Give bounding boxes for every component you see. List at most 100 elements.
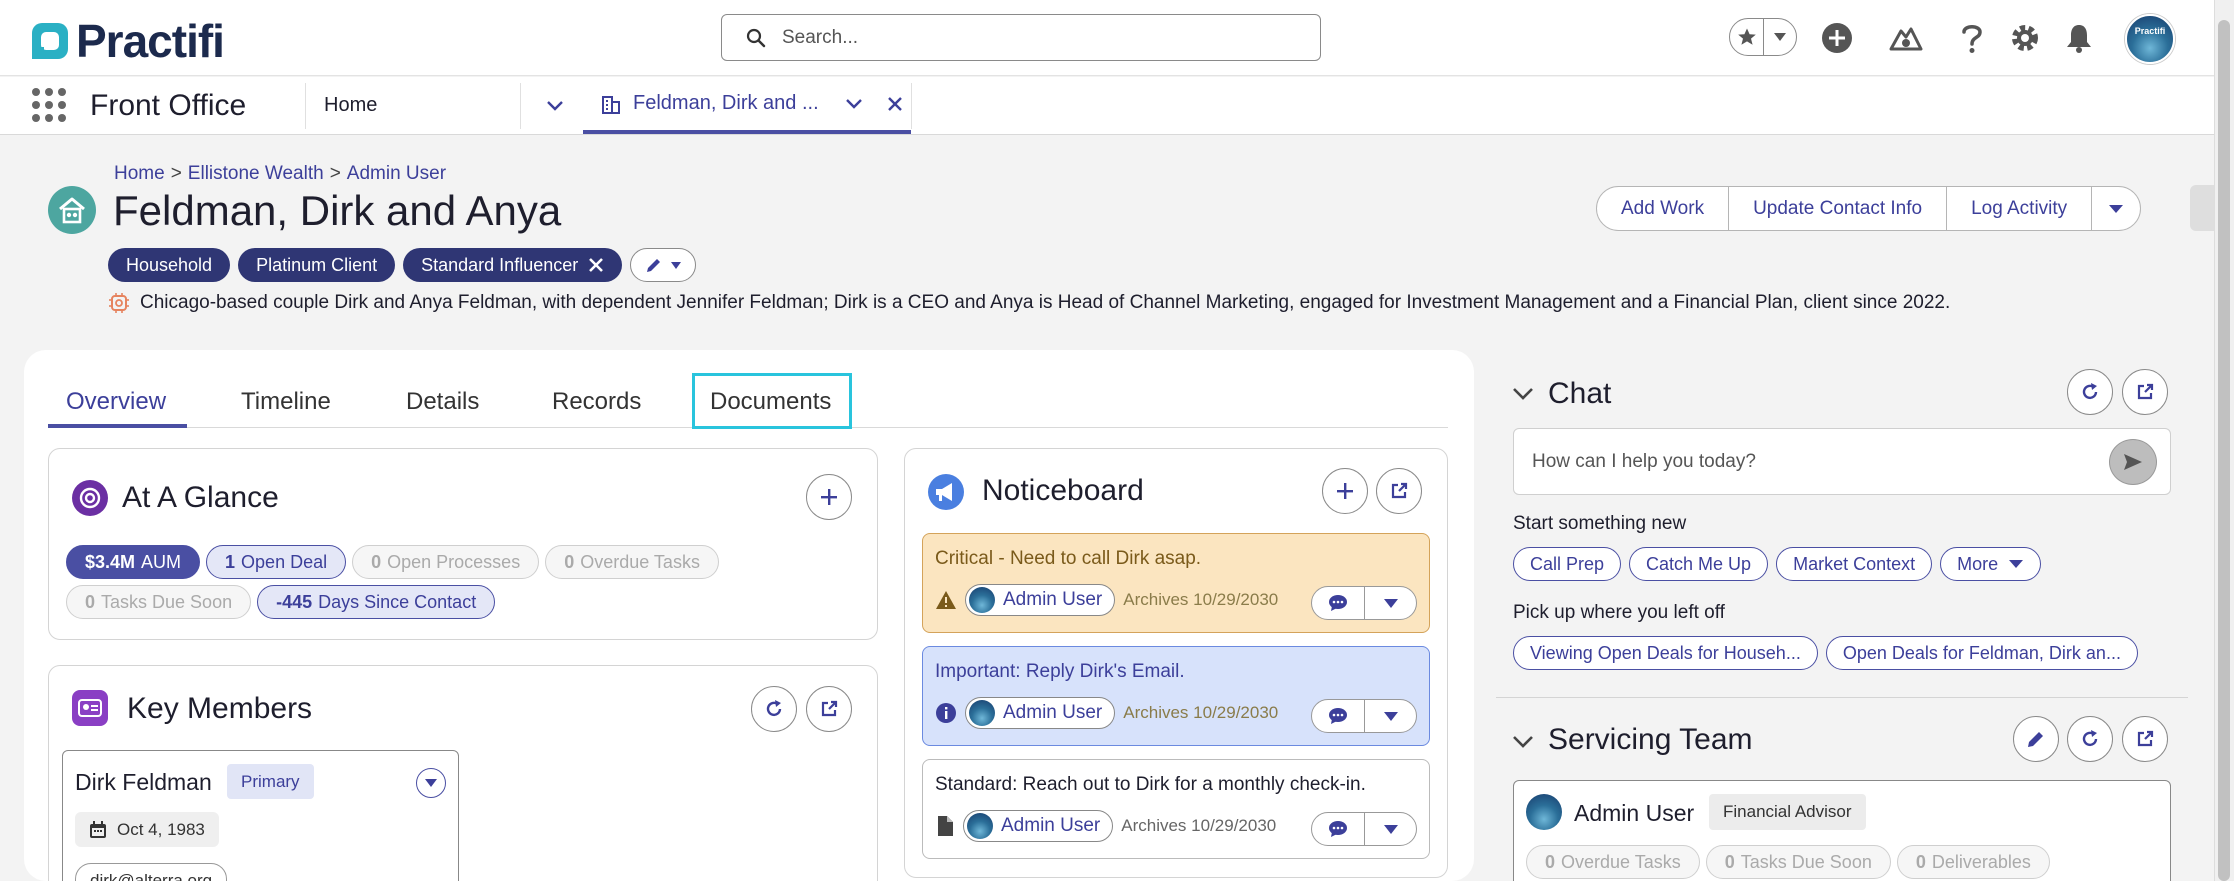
members-open-button[interactable] — [806, 686, 852, 732]
global-create-button[interactable] — [1817, 18, 1857, 58]
notice-critical[interactable]: Critical - Need to call Dirk asap. Admin… — [922, 533, 1430, 633]
app-launcher-icon[interactable] — [32, 88, 66, 122]
notice-author[interactable]: Admin User — [965, 584, 1116, 616]
more-actions-button[interactable] — [2092, 187, 2140, 230]
tab-details[interactable]: Details — [406, 388, 479, 416]
noticeboard-add-button[interactable] — [1322, 468, 1368, 514]
notice-important[interactable]: Important: Reply Dirk's Email. Admin Use… — [922, 646, 1430, 746]
tag-platinum-client: Platinum Client — [238, 248, 396, 282]
setup-button[interactable] — [2005, 18, 2045, 58]
author-avatar — [969, 700, 995, 726]
megaphone-icon — [936, 483, 952, 501]
notice-comment-button[interactable] — [1312, 587, 1364, 619]
refresh-icon — [766, 700, 782, 717]
tab-records[interactable]: Records — [552, 388, 641, 416]
notice-menu-button[interactable] — [1364, 700, 1416, 732]
utility-panel-handle[interactable] — [2190, 185, 2214, 231]
log-activity-button[interactable]: Log Activity — [1947, 187, 2093, 230]
resume-conversation-1[interactable]: Viewing Open Deals for Househ... — [1513, 636, 1818, 670]
notice-standard[interactable]: Standard: Reach out to Dirk for a monthl… — [922, 759, 1430, 859]
favorites-star-button[interactable] — [1730, 19, 1763, 55]
notice-comment-button[interactable] — [1312, 813, 1364, 845]
metric-aum[interactable]: $3.4M AUM — [66, 545, 201, 579]
global-search-input[interactable]: Search... — [721, 14, 1321, 61]
edit-tags-button[interactable] — [630, 248, 697, 282]
update-contact-info-button[interactable]: Update Contact Info — [1729, 187, 1948, 230]
metric-open-deals[interactable]: 1 Open Deal — [206, 545, 347, 579]
chevron-down-icon — [547, 101, 563, 111]
notifications-button[interactable] — [2059, 18, 2099, 58]
favorites-menu-button[interactable] — [1763, 19, 1796, 55]
notice-meta: Admin User Archives 10/29/2030 — [935, 584, 1278, 616]
team-member-name[interactable]: Admin User — [1574, 800, 1694, 827]
metric-tasks-due-soon[interactable]: 0 Tasks Due Soon — [66, 585, 252, 619]
caret-down-icon — [1774, 33, 1786, 41]
breadcrumb-separator: > — [329, 163, 341, 184]
practifi-logo[interactable]: Practifi — [30, 14, 225, 68]
member-name[interactable]: Dirk Feldman — [75, 769, 212, 796]
trailhead-icon — [1889, 27, 1923, 51]
notice-menu-button[interactable] — [1364, 813, 1416, 845]
resume-conversation-2[interactable]: Open Deals for Feldman, Dirk an... — [1825, 636, 2138, 670]
record-actions: Add Work Update Contact Info Log Activit… — [1596, 186, 2142, 231]
nav-items-menu-button[interactable] — [540, 91, 570, 121]
sidebar-divider — [1496, 697, 2188, 698]
chat-refresh-button[interactable] — [2067, 369, 2113, 415]
notice-author[interactable]: Admin User — [965, 697, 1116, 729]
add-work-button[interactable]: Add Work — [1597, 187, 1730, 230]
catch-me-up-button[interactable]: Catch Me Up — [1629, 547, 1769, 581]
team-member-metrics: 0 Overdue Tasks 0 Tasks Due Soon 0 Delivera… — [1526, 845, 2050, 879]
team-tasks-due-soon[interactable]: 0 Tasks Due Soon — [1705, 845, 1891, 879]
member-menu-button[interactable] — [416, 768, 446, 798]
user-avatar[interactable]: Practifi — [2125, 14, 2175, 64]
call-prep-button[interactable]: Call Prep — [1513, 547, 1622, 581]
team-deliverables[interactable]: 0 Deliverables — [1896, 845, 2050, 879]
servicing-refresh-button[interactable] — [2067, 716, 2113, 762]
nav-divider — [520, 83, 521, 129]
glance-add-button[interactable] — [806, 474, 852, 520]
notice-text: Standard: Reach out to Dirk for a monthl… — [935, 774, 1366, 795]
team-overdue-tasks[interactable]: 0 Overdue Tasks — [1526, 845, 1700, 879]
member-card: Dirk Feldman Primary Oct 4, 1983 dirk@al… — [62, 750, 459, 881]
breadcrumb-firm[interactable]: Ellistone Wealth — [188, 163, 324, 185]
chat-send-button[interactable] — [2109, 439, 2157, 485]
metric-overdue-tasks[interactable]: 0 Overdue Tasks — [545, 545, 719, 579]
more-prompts-button[interactable]: More — [1940, 547, 2042, 581]
tag-household: Household — [108, 248, 231, 282]
noticeboard-open-button[interactable] — [1376, 468, 1422, 514]
help-button[interactable] — [1952, 18, 1992, 58]
metric-open-processes[interactable]: 0 Open Processes — [352, 545, 540, 579]
chat-collapse-icon[interactable] — [1512, 387, 1534, 401]
pick-up-label: Pick up where you left off — [1513, 602, 1725, 623]
member-email[interactable]: dirk@alterra.org — [75, 863, 228, 881]
chevron-down-icon[interactable] — [845, 98, 863, 110]
tag-label: Standard Influencer — [421, 254, 579, 275]
tab-timeline[interactable]: Timeline — [241, 388, 331, 416]
remove-tag-icon[interactable] — [588, 257, 604, 273]
breadcrumb-owner[interactable]: Admin User — [347, 163, 446, 185]
metric-days-since-contact[interactable]: -445 Days Since Contact — [257, 585, 496, 619]
chat-title: Chat — [1548, 377, 1612, 410]
servicing-collapse-icon[interactable] — [1512, 735, 1534, 749]
breadcrumb-home[interactable]: Home — [114, 163, 165, 185]
close-tab-icon[interactable] — [887, 96, 903, 112]
nav-tab-record[interactable]: Feldman, Dirk and ... — [583, 77, 911, 134]
author-avatar — [969, 587, 995, 613]
caret-down-icon — [1383, 824, 1398, 834]
members-refresh-button[interactable] — [751, 686, 797, 732]
page-scrollbar-thumb[interactable] — [2218, 20, 2230, 881]
favorites-button-group — [1729, 18, 1797, 56]
notice-menu-button[interactable] — [1364, 587, 1416, 619]
market-context-button[interactable]: Market Context — [1776, 547, 1933, 581]
trailhead-button[interactable] — [1886, 18, 1926, 58]
chat-open-button[interactable] — [2122, 369, 2168, 415]
notice-comment-button[interactable] — [1312, 700, 1364, 732]
servicing-edit-button[interactable] — [2013, 716, 2059, 762]
chat-bubble-icon — [1329, 708, 1347, 724]
nav-tab-home[interactable]: Home — [324, 94, 377, 117]
chat-input[interactable]: How can I help you today? — [1513, 428, 2171, 495]
tab-overview[interactable]: Overview — [66, 388, 166, 416]
refresh-icon — [2082, 383, 2098, 400]
notice-author[interactable]: Admin User — [963, 810, 1114, 842]
servicing-open-button[interactable] — [2122, 716, 2168, 762]
